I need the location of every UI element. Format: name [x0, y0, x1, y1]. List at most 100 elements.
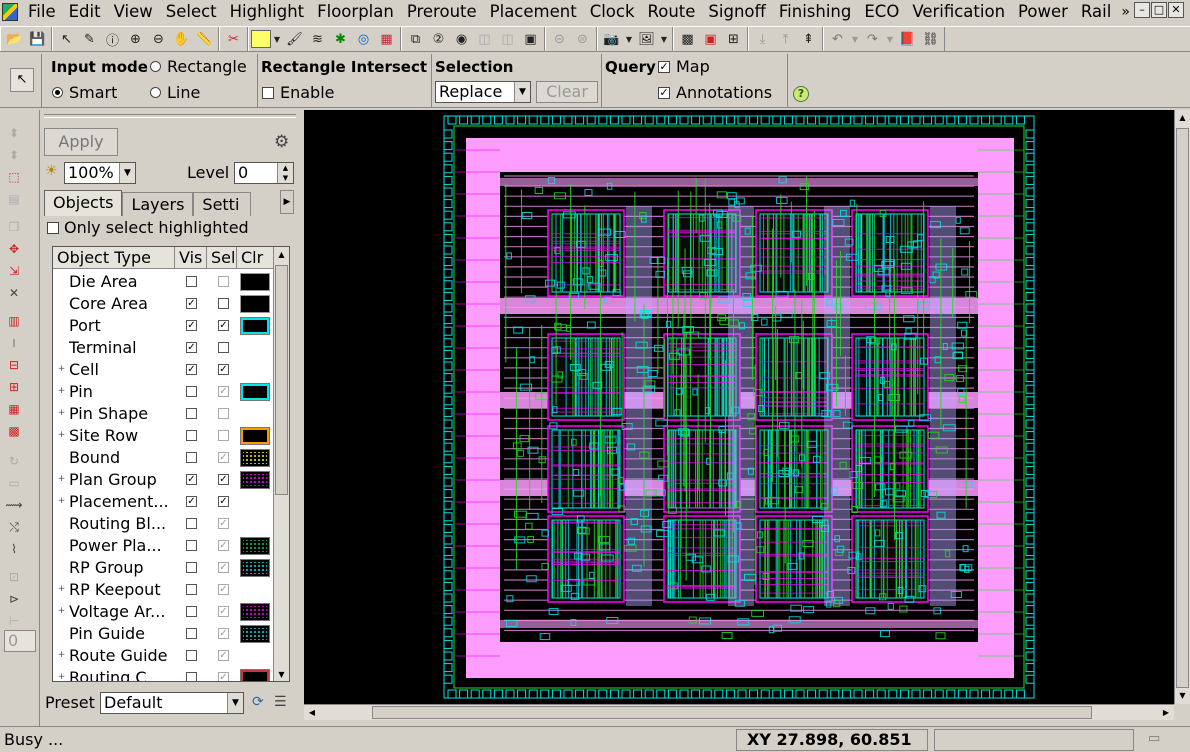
maximize-button[interactable]: □: [1151, 2, 1167, 18]
tab-settings[interactable]: Setti: [193, 192, 252, 216]
ruler-grey-icon[interactable]: ⊢: [4, 612, 24, 630]
link-icon[interactable]: ⛓: [920, 29, 941, 50]
pointer-icon[interactable]: ↖: [56, 29, 77, 50]
distribute-h-icon[interactable]: ⊟: [4, 356, 24, 374]
sel-checkbox[interactable]: ✓: [218, 474, 229, 485]
pop-up-icon[interactable]: ⤒: [775, 29, 796, 50]
vis-checkbox[interactable]: ✓: [186, 320, 197, 331]
vis-checkbox[interactable]: [186, 628, 197, 639]
menu-signoff[interactable]: Signoff: [702, 0, 772, 24]
annotations-checkbox[interactable]: ✓: [658, 87, 670, 99]
book-icon[interactable]: 📕: [897, 29, 918, 50]
scroll-up-icon[interactable]: ▲: [274, 247, 289, 263]
column-vis[interactable]: Vis: [175, 247, 207, 268]
split-icon[interactable]: ⧘: [4, 334, 24, 352]
delete-icon[interactable]: ✕: [4, 284, 24, 302]
layer-map-icon[interactable]: ▦: [376, 29, 397, 50]
color-swatch[interactable]: [240, 383, 270, 401]
expand-plus-icon[interactable]: +: [57, 673, 66, 682]
vis-checkbox[interactable]: [186, 386, 197, 397]
table-row[interactable]: Routing Bl... ✓: [53, 513, 275, 535]
expand-plus-icon[interactable]: +: [57, 365, 66, 374]
chevron-down-icon[interactable]: ▼: [272, 29, 282, 50]
canvas-vertical-scrollbar[interactable]: ▲ ▼: [1174, 110, 1190, 704]
table-row[interactable]: + Route Guide ✓: [53, 645, 275, 667]
menu-clock[interactable]: Clock: [584, 0, 642, 24]
preset-menu-icon[interactable]: ☰: [274, 694, 287, 710]
sel-checkbox[interactable]: ✓: [218, 562, 229, 573]
rectangle-radio[interactable]: [150, 61, 161, 72]
vis-checkbox[interactable]: [186, 452, 197, 463]
scroll-up-icon[interactable]: ▲: [1175, 110, 1190, 126]
distribute-v-icon[interactable]: ⊞: [4, 378, 24, 396]
menu-verification[interactable]: Verification: [906, 0, 1012, 24]
scroll-down-icon[interactable]: ▼: [274, 667, 289, 681]
sel-checkbox[interactable]: ✓: [218, 452, 229, 463]
sel-checkbox[interactable]: [218, 276, 229, 287]
map-checkbox[interactable]: ✓: [658, 61, 670, 73]
table-row[interactable]: Terminal ✓: [53, 337, 275, 359]
spin-arrows-icon[interactable]: ▲ ▼: [277, 163, 293, 183]
sel-checkbox[interactable]: ✓: [218, 650, 229, 661]
select-grey-1-icon[interactable]: ◫: [474, 29, 495, 50]
chevron-down-icon[interactable]: ▼: [850, 29, 860, 50]
undo-icon[interactable]: ↶: [827, 29, 848, 50]
wave-icon[interactable]: ≋: [307, 29, 328, 50]
select-grey-2-icon[interactable]: ◫: [497, 29, 518, 50]
vis-checkbox[interactable]: [186, 276, 197, 287]
cross-pattern-icon[interactable]: ✱: [330, 29, 351, 50]
preset-select[interactable]: Default ▼: [100, 692, 244, 714]
color-swatch[interactable]: [240, 515, 270, 533]
vis-checkbox[interactable]: [186, 540, 197, 551]
apply-button[interactable]: Apply: [44, 128, 118, 156]
pop-top-icon[interactable]: ⇞: [798, 29, 819, 50]
color-swatch[interactable]: [240, 405, 270, 423]
table-row[interactable]: + Pin Shape: [53, 403, 275, 425]
stack-down-icon[interactable]: ⬍: [4, 146, 24, 164]
vis-checkbox[interactable]: [186, 584, 197, 595]
move-icon[interactable]: ✥: [4, 240, 24, 258]
net-icon[interactable]: ⤭: [4, 518, 24, 536]
sel-checkbox[interactable]: [218, 430, 229, 441]
color-swatch[interactable]: [240, 559, 270, 577]
path-icon[interactable]: ⊳: [4, 590, 24, 608]
color-swatch[interactable]: [240, 317, 270, 335]
menu-power[interactable]: Power: [1012, 0, 1075, 24]
vis-checkbox[interactable]: [186, 408, 197, 419]
canvas-vscroll-thumb[interactable]: [1176, 128, 1189, 688]
color-swatch[interactable]: [240, 581, 270, 599]
tab-objects[interactable]: Objects: [44, 190, 123, 216]
table-row[interactable]: RP Group ✓: [53, 557, 275, 579]
resize-icon[interactable]: ⇲: [4, 262, 24, 280]
table-row[interactable]: + Plan Group ✓ ✓: [53, 469, 275, 491]
info-icon[interactable]: ⓘ: [102, 29, 123, 50]
color-swatch[interactable]: [240, 449, 270, 467]
select-chip-icon[interactable]: ▣: [520, 29, 541, 50]
color-swatch[interactable]: [240, 603, 270, 621]
menu-file[interactable]: File: [22, 0, 63, 24]
expand-plus-icon[interactable]: +: [57, 409, 66, 418]
color-swatch[interactable]: [240, 647, 270, 665]
table-row[interactable]: + Cell ✓ ✓: [53, 359, 275, 381]
sel-checkbox[interactable]: ✓: [218, 540, 229, 551]
sel-checkbox[interactable]: [218, 408, 229, 419]
column-sel[interactable]: Sel: [207, 247, 237, 268]
sel-checkbox[interactable]: ✓: [218, 496, 229, 507]
menu-highlight[interactable]: Highlight: [224, 0, 312, 24]
brightness-select[interactable]: 100% ▼: [64, 162, 136, 184]
vis-checkbox[interactable]: ✓: [186, 364, 197, 375]
table-row[interactable]: + Placement... ✓ ✓: [53, 491, 275, 513]
open-folder-icon[interactable]: 📂: [4, 29, 25, 50]
menu-select[interactable]: Select: [160, 0, 224, 24]
expand-plus-icon[interactable]: +: [57, 585, 66, 594]
color-swatch[interactable]: [240, 537, 270, 555]
vis-checkbox[interactable]: ✓: [186, 342, 197, 353]
pencil-icon[interactable]: ✎: [79, 29, 100, 50]
menu-edit[interactable]: Edit: [63, 0, 108, 24]
menu-finishing[interactable]: Finishing: [773, 0, 859, 24]
select-circle-icon[interactable]: ◉: [451, 29, 472, 50]
vis-checkbox[interactable]: ✓: [186, 298, 197, 309]
ruler-icon[interactable]: 📏: [194, 29, 215, 50]
sel-checkbox[interactable]: ✓: [218, 518, 229, 529]
color-swatch[interactable]: [240, 361, 270, 379]
